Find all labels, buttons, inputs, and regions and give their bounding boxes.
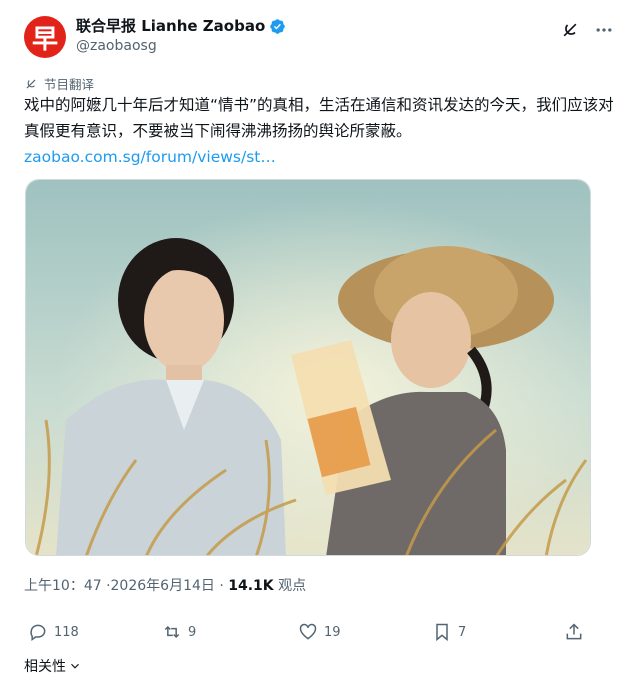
like-count: 19 bbox=[324, 624, 341, 640]
more-options-icon[interactable] bbox=[594, 20, 614, 40]
like-button[interactable]: 19 bbox=[298, 622, 341, 642]
chevron-down-icon bbox=[71, 663, 79, 669]
timestamp[interactable]: 上午10：47 ·2026年6月14日 · bbox=[24, 578, 228, 594]
tweet-photo[interactable] bbox=[25, 179, 591, 556]
action-bar: 118 9 19 7 bbox=[24, 622, 614, 648]
handle[interactable]: @zaobaosg bbox=[76, 36, 286, 56]
grok-icon[interactable] bbox=[560, 20, 580, 40]
display-name-row[interactable]: 联合早报 Lianhe Zaobao bbox=[76, 16, 286, 36]
repost-button[interactable]: 9 bbox=[162, 622, 196, 642]
repost-icon bbox=[164, 625, 180, 639]
relevance-label: 相关性 bbox=[24, 659, 66, 675]
translate-post-link[interactable]: 节目翻译 bbox=[24, 74, 94, 93]
repost-count: 9 bbox=[188, 624, 197, 640]
bookmark-button[interactable]: 7 bbox=[432, 622, 466, 642]
reply-count: 118 bbox=[54, 624, 79, 640]
heart-icon bbox=[299, 623, 317, 640]
relevance-sort-dropdown[interactable]: 相关性 bbox=[24, 656, 82, 676]
bookmark-icon bbox=[436, 623, 448, 642]
share-button[interactable] bbox=[564, 622, 584, 642]
bookmark-count: 7 bbox=[458, 624, 467, 640]
translate-label[interactable]: 节目翻译 bbox=[44, 74, 94, 93]
reply-button[interactable]: 118 bbox=[28, 622, 79, 642]
tweet-meta: 上午10：47 ·2026年6月14日 · 14.1K 观点 bbox=[24, 575, 306, 595]
verified-badge-icon bbox=[270, 18, 286, 34]
tweet-header: 早 联合早报 Lianhe Zaobao @zaobaosg bbox=[24, 14, 614, 60]
views-count: 14.1K bbox=[228, 578, 274, 594]
tweet-body: 戏中的阿嬷几十年后才知道“情书”的真相，生活在通信和资讯发达的今天，我们应该对真… bbox=[24, 96, 614, 140]
top-actions bbox=[560, 20, 614, 40]
display-name[interactable]: 联合早报 Lianhe Zaobao bbox=[76, 16, 265, 36]
tweet-text: 戏中的阿嬷几十年后才知道“情书”的真相，生活在通信和资讯发达的今天，我们应该对真… bbox=[24, 92, 614, 170]
share-icon bbox=[566, 623, 582, 640]
author-info: 联合早报 Lianhe Zaobao @zaobaosg bbox=[76, 16, 286, 56]
tweet-link[interactable]: zaobao.com.sg/forum/views/st… bbox=[24, 148, 276, 166]
photo-illustration bbox=[26, 180, 590, 555]
avatar[interactable]: 早 bbox=[24, 16, 66, 58]
views-label: 观点 bbox=[273, 578, 307, 594]
translate-icon bbox=[26, 79, 36, 88]
reply-icon bbox=[30, 624, 46, 641]
